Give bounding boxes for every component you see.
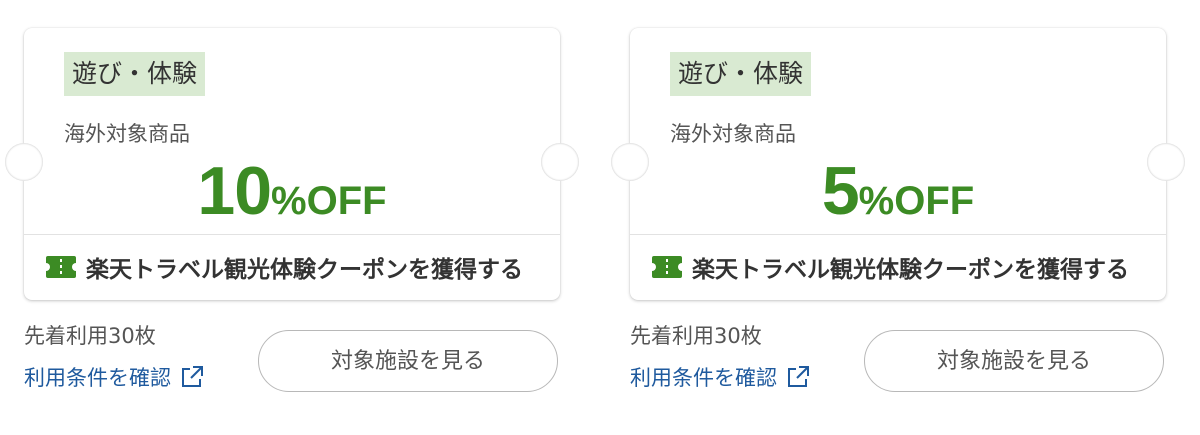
view-facilities-button[interactable]: 対象施設を見る (258, 330, 558, 392)
coupon-limit: 先着利用30枚 (24, 324, 156, 348)
terms-link[interactable]: 利用条件を確認 (24, 362, 205, 392)
coupon-card: 遊び・体験 海外対象商品 5%OFF 楽天トラベル観光体験クーポンを獲得する 先… (611, 28, 1185, 392)
discount-suffix: %OFF (858, 179, 975, 223)
external-link-icon (182, 366, 203, 387)
terms-link-label: 利用条件を確認 (24, 366, 171, 390)
discount-suffix: %OFF (271, 179, 387, 223)
discount-value: 5%OFF (630, 152, 1166, 230)
discount-number: 10 (197, 153, 272, 229)
get-coupon-label: 楽天トラベル観光体験クーポンを獲得する (86, 257, 523, 283)
coupon-scope: 海外対象商品 (670, 122, 796, 146)
coupon-limit: 先着利用30枚 (630, 324, 762, 348)
external-link-icon (788, 366, 809, 387)
coupon-ticket: 遊び・体験 海外対象商品 5%OFF 楽天トラベル観光体験クーポンを獲得する (611, 28, 1185, 300)
coupon-card: 遊び・体験 海外対象商品 10%OFF 楽天トラベル観光体験クーポンを獲得する … (5, 28, 579, 392)
coupon-scope: 海外対象商品 (64, 122, 190, 146)
view-facilities-button[interactable]: 対象施設を見る (864, 330, 1164, 392)
get-coupon-button[interactable]: 楽天トラベル観光体験クーポンを獲得する (648, 234, 1129, 300)
discount-value: 10%OFF (24, 152, 560, 230)
coupon-ticket: 遊び・体験 海外対象商品 10%OFF 楽天トラベル観光体験クーポンを獲得する (5, 28, 579, 300)
ticket-icon (42, 256, 80, 278)
category-tag: 遊び・体験 (670, 52, 812, 96)
category-tag: 遊び・体験 (64, 52, 206, 96)
ticket-icon (648, 256, 686, 278)
get-coupon-label: 楽天トラベル観光体験クーポンを獲得する (692, 257, 1129, 283)
terms-link[interactable]: 利用条件を確認 (630, 362, 811, 392)
get-coupon-button[interactable]: 楽天トラベル観光体験クーポンを獲得する (42, 234, 523, 300)
discount-number: 5 (821, 153, 860, 229)
terms-link-label: 利用条件を確認 (630, 366, 777, 390)
